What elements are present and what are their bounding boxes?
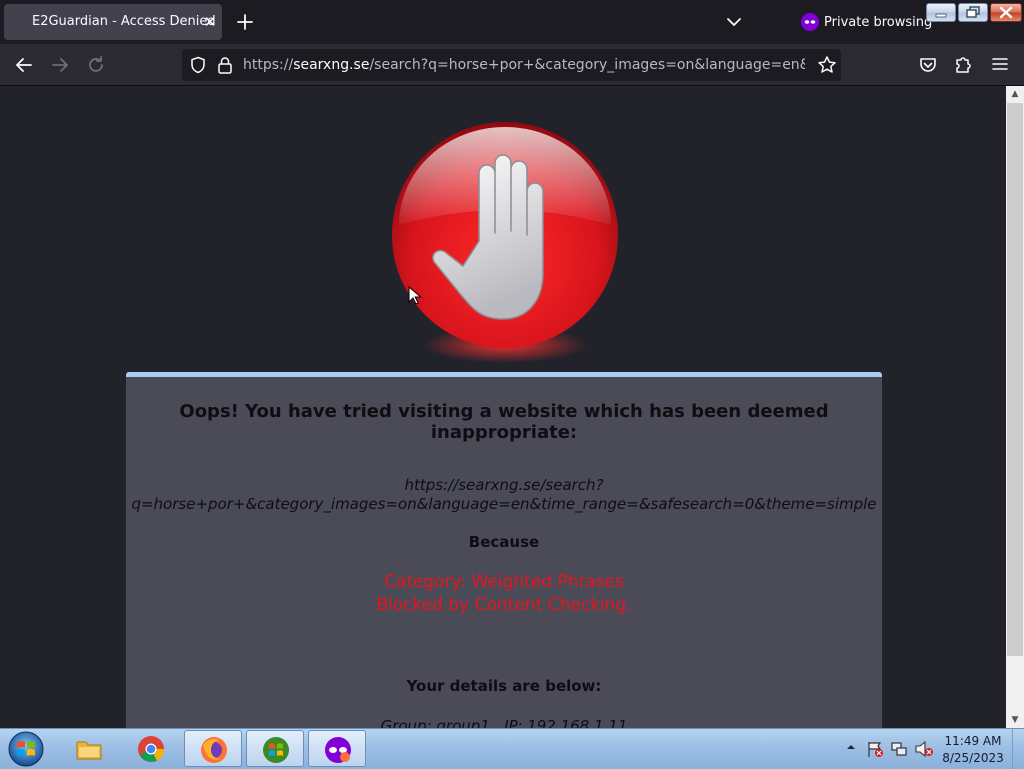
mouse-cursor-icon (408, 286, 422, 305)
arrow-right-icon[interactable] (47, 52, 73, 78)
start-button[interactable] (6, 731, 46, 767)
blocked-url: https://searxng.se/search?q=horse+por+&c… (131, 476, 877, 513)
hamburger-icon[interactable] (990, 54, 1010, 74)
reload-icon[interactable] (83, 52, 109, 78)
because-label: Because (468, 533, 540, 551)
taskbar-private-firefox-button[interactable] (308, 730, 366, 767)
star-icon[interactable] (817, 55, 837, 75)
network-icon[interactable] (890, 740, 908, 758)
stop-hand-icon (392, 122, 618, 363)
private-browsing-label: Private browsing (824, 15, 933, 30)
navigation-toolbar: https://searxng.se/search?q=horse+por+&c… (0, 44, 1024, 86)
restore-icon (966, 6, 980, 18)
tray-expand-icon[interactable] (846, 742, 856, 752)
chevron-down-icon[interactable] (724, 13, 744, 31)
window-close-button[interactable] (990, 3, 1022, 22)
taskbar-windows-app-button[interactable] (246, 730, 304, 767)
page-title: Oops! You have tried visiting a website … (179, 401, 829, 443)
taskbar: 11:49 AM 8/25/2023 (0, 728, 1024, 769)
volume-muted-icon[interactable] (914, 740, 934, 758)
private-mask-icon (325, 737, 351, 763)
plus-icon[interactable] (234, 11, 256, 33)
firefox-icon (201, 737, 227, 763)
taskbar-chrome-button[interactable] (122, 730, 180, 767)
action-center-flag-icon[interactable] (866, 740, 884, 758)
puzzle-icon[interactable] (954, 54, 974, 74)
details-heading: Your details are below: (406, 677, 602, 695)
tab-close-icon[interactable]: ✕ (200, 12, 220, 32)
window-restore-button[interactable] (958, 3, 988, 22)
vertical-scrollbar[interactable]: ▲ ▼ (1006, 86, 1024, 728)
address-bar[interactable]: https://searxng.se/search?q=horse+por+&c… (182, 49, 841, 81)
window-minimize-button[interactable] (926, 3, 956, 22)
page-content: Oops! You have tried visiting a website … (0, 86, 1006, 728)
tab-active[interactable]: E2Guardian - Access Denied ✕ (4, 4, 222, 40)
show-desktop-button[interactable] (1012, 729, 1024, 769)
url-scheme: https:// (243, 57, 294, 73)
tab-strip: E2Guardian - Access Denied ✕ Private bro… (0, 0, 1024, 44)
block-reason: Blocked by Content Checking. (376, 595, 632, 615)
folder-icon (76, 741, 102, 760)
scroll-thumb[interactable] (1007, 103, 1023, 656)
taskbar-explorer-button[interactable] (60, 730, 118, 767)
tab-title: E2Guardian - Access Denied (32, 14, 216, 29)
url-path: /search?q=horse+por+&category_images=on&… (369, 57, 805, 73)
user-details: Group: group1 . IP: 192.168.1.11 (380, 717, 628, 728)
close-icon (999, 6, 1013, 19)
lock-icon[interactable] (217, 56, 233, 74)
url-text[interactable]: https://searxng.se/search?q=horse+por+&c… (243, 57, 805, 73)
chrome-icon (138, 736, 165, 762)
access-denied-panel: Oops! You have tried visiting a website … (126, 372, 882, 728)
block-category: Category: Weighted Phrases (383, 572, 625, 592)
pocket-icon[interactable] (918, 55, 938, 75)
shield-icon[interactable] (189, 56, 207, 74)
windows-logo-icon (263, 737, 289, 763)
scroll-up-icon[interactable]: ▲ (1006, 86, 1024, 102)
arrow-left-icon[interactable] (11, 52, 37, 78)
clock-time[interactable]: 11:49 AM (940, 734, 1006, 748)
scroll-down-icon[interactable]: ▼ (1006, 712, 1024, 728)
url-host: searxng.se (293, 57, 370, 73)
private-mask-icon (801, 13, 819, 31)
taskbar-firefox-button[interactable] (184, 730, 242, 767)
clock-date[interactable]: 8/25/2023 (940, 751, 1006, 765)
minimize-icon (935, 13, 947, 18)
